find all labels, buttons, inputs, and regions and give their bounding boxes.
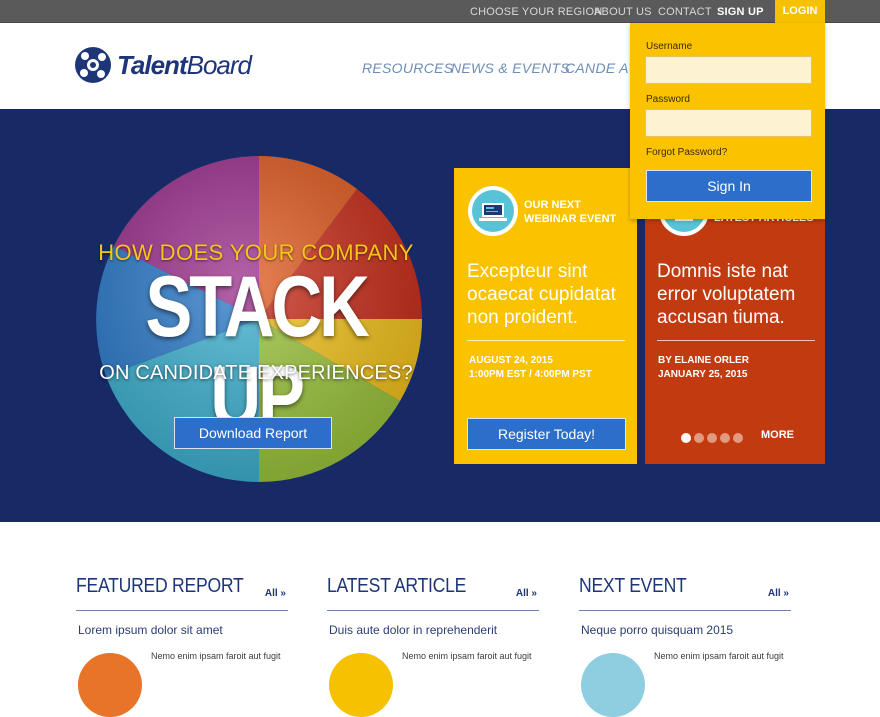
article-card-meta: BY ELAINE ORLER JANUARY 25, 2015 — [658, 354, 749, 382]
section-thumbnail[interactable] — [329, 653, 393, 717]
section-all-link[interactable]: All » — [516, 588, 537, 599]
nav-news-events[interactable]: NEWS & EVENTS — [451, 60, 570, 76]
webinar-card-heading: OUR NEXT WEBINAR EVENT — [524, 199, 617, 225]
about-us-link[interactable]: ABOUT US — [594, 6, 652, 18]
top-utility-bar: CHOOSE YOUR REGION ABOUT US CONTACT SIGN… — [0, 0, 880, 23]
section-all-link[interactable]: All » — [768, 588, 789, 599]
webinar-card-meta: AUGUST 24, 2015 1:00PM EST / 4:00PM PST — [469, 354, 592, 382]
section-title: FEATURED REPORT — [76, 575, 244, 597]
nav-resources[interactable]: RESOURCES — [362, 60, 453, 76]
more-link[interactable]: MORE — [761, 429, 794, 441]
choose-region-link[interactable]: CHOOSE YOUR REGION — [470, 6, 602, 18]
login-dropdown: Username Password Forgot Password? Sign … — [630, 23, 825, 219]
carousel-dot[interactable] — [707, 433, 717, 443]
monitor-icon — [479, 203, 507, 221]
section-headline[interactable]: Duis aute dolor in reprehenderit — [329, 623, 497, 637]
carousel-dot[interactable] — [720, 433, 730, 443]
webinar-date: AUGUST 24, 2015 — [469, 355, 553, 366]
webinar-card-divider — [467, 340, 625, 341]
section-title: NEXT EVENT — [579, 575, 687, 597]
contact-link[interactable]: CONTACT — [658, 6, 712, 18]
section-thumbnail[interactable] — [581, 653, 645, 717]
carousel-dot[interactable] — [733, 433, 743, 443]
hero-subtitle: ON CANDIDATE EXPERIENCES? — [99, 362, 413, 384]
carousel-dot[interactable] — [694, 433, 704, 443]
section-headline[interactable]: Neque porro quisquam 2015 — [581, 623, 733, 637]
username-label: Username — [646, 41, 693, 52]
download-report-button[interactable]: Download Report — [174, 417, 332, 449]
section-all-link[interactable]: All » — [265, 588, 286, 599]
forgot-password-link[interactable]: Forgot Password? — [646, 147, 727, 158]
logo-word-board: Board — [186, 50, 252, 80]
carousel-dots — [681, 430, 746, 448]
username-input[interactable] — [645, 56, 812, 84]
password-label: Password — [646, 94, 690, 105]
article-card-divider — [657, 340, 815, 341]
article-author: BY ELAINE ORLER — [658, 355, 749, 366]
section-divider — [327, 610, 539, 611]
sign-up-link[interactable]: SIGN UP — [717, 6, 764, 18]
section-thumbnail[interactable] — [78, 653, 142, 717]
sign-in-button[interactable]: Sign In — [646, 170, 812, 202]
webinar-card: OUR NEXT WEBINAR EVENT Excepteur sint oc… — [454, 168, 637, 464]
webinar-time: 1:00PM EST / 4:00PM PST — [469, 369, 592, 380]
webinar-card-body: Excepteur sint ocaecat cupidatat non pro… — [467, 261, 616, 328]
register-today-button[interactable]: Register Today! — [467, 418, 626, 450]
login-tab[interactable]: LOGIN — [775, 0, 825, 23]
password-input[interactable] — [645, 109, 812, 137]
hero-title: STACK UP — [145, 259, 370, 445]
section-divider — [579, 610, 791, 611]
section-title: LATEST ARTICLE — [327, 575, 467, 597]
webinar-icon-badge — [468, 186, 518, 236]
section-divider — [76, 610, 288, 611]
section-headline[interactable]: Lorem ipsum dolor sit amet — [78, 623, 223, 637]
talentboard-logo-icon[interactable] — [74, 46, 112, 84]
article-card-body: Domnis iste nat error voluptatem accusan… — [657, 261, 796, 328]
logo-word-talent: Talent — [117, 50, 188, 80]
article-date: JANUARY 25, 2015 — [658, 369, 748, 380]
carousel-dot[interactable] — [681, 433, 691, 443]
logo-wordmark[interactable]: TalentBoard — [117, 50, 252, 81]
